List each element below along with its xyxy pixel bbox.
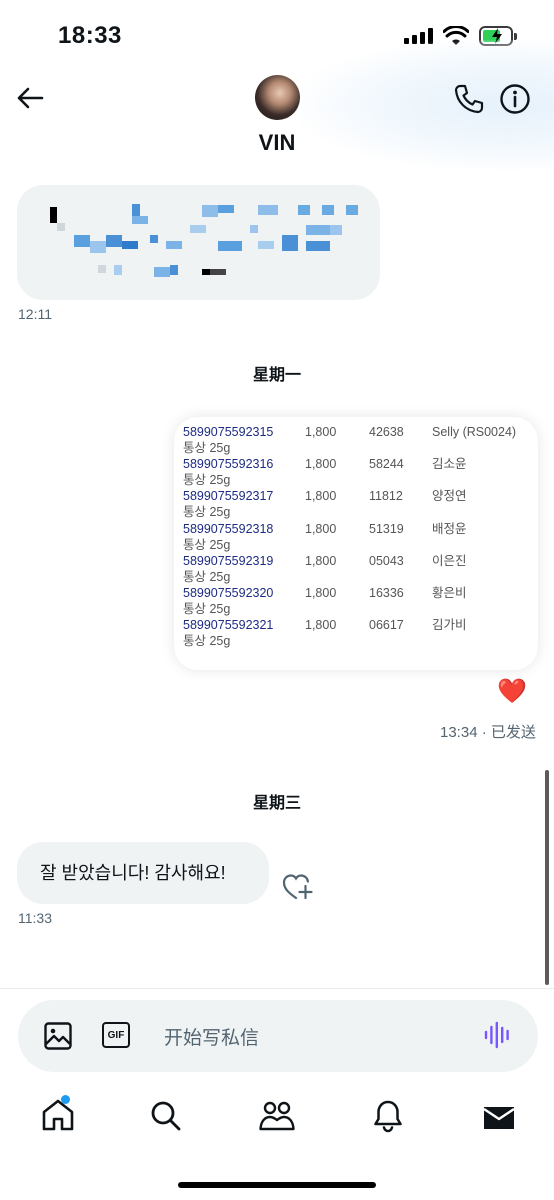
card-row-item: 통상 25g (183, 537, 231, 552)
pixelated-message-bubble[interactable] (17, 185, 380, 300)
incoming-message-text: 잘 받았습니다! 감사해요! (40, 863, 226, 883)
sent-status-timestamp: 13:34 · 已发送 (440, 724, 536, 741)
gif-button[interactable]: GIF (102, 1022, 130, 1048)
card-row-item: 통상 25g (183, 473, 231, 488)
card-row-amount: 1,800 (305, 457, 337, 472)
avatar[interactable] (255, 75, 300, 120)
card-row-item: 통상 25g (183, 505, 231, 520)
card-row-postcode: 51319 (369, 521, 404, 536)
card-row: 5899075592315 1,800 42638 Selly (RS0024) 통상 … (183, 424, 533, 456)
card-row-item: 통상 25g (183, 602, 231, 616)
image-icon[interactable] (43, 1021, 73, 1051)
card-row-item: 통상 25g (183, 634, 231, 649)
card-row-postcode: 42638 (369, 425, 404, 439)
scrollbar[interactable] (545, 770, 549, 985)
card-row-amount: 1,800 (305, 489, 337, 504)
card-row-code: 5899075592319 (183, 553, 274, 568)
card-row-amount: 1,800 (305, 586, 337, 600)
card-row-amount: 1,800 (305, 425, 337, 439)
message-composer (18, 1000, 538, 1072)
messages-envelope-icon[interactable] (482, 1104, 516, 1132)
message-timestamp: 11:33 (18, 910, 52, 926)
card-row-amount: 1,800 (305, 618, 337, 633)
card-row-code: 5899075592318 (183, 521, 274, 536)
home-indicator (178, 1182, 376, 1188)
home-icon[interactable] (40, 1097, 76, 1133)
notification-dot (61, 1095, 70, 1104)
card-row: 5899075592318 1,800 51319 배정윤통상 25g (183, 521, 533, 553)
search-icon[interactable] (150, 1100, 182, 1132)
card-row-postcode: 58244 (369, 457, 404, 472)
card-row-name: 황은비 (432, 586, 467, 600)
card-row-code: 5899075592321 (183, 618, 274, 633)
communities-icon[interactable] (258, 1099, 296, 1133)
card-row: 5899075592316 1,800 58244 김소윤통상 25g (183, 456, 533, 488)
card-row-code: 5899075592317 (183, 489, 274, 504)
contact-name[interactable]: VIN (0, 130, 554, 156)
card-row: 5899075592321 1,800 06617 김가비통상 25g (183, 617, 533, 649)
voice-message-icon[interactable] (483, 1020, 513, 1050)
card-row-code: 5899075592315 (183, 425, 274, 439)
add-reaction-icon[interactable] (282, 872, 314, 902)
status-time: 18:33 (58, 22, 122, 49)
card-row-name: 배정윤 (432, 521, 467, 536)
heart-reaction-icon[interactable]: ❤️ (497, 678, 527, 706)
sent-image-card[interactable]: 5899075592315 1,800 42638 Selly (RS0024) 통상 … (174, 417, 538, 670)
card-row-postcode: 06617 (369, 618, 404, 633)
card-row-amount: 1,800 (305, 521, 337, 536)
card-row-amount: 1,800 (305, 553, 337, 568)
card-row-postcode: 11812 (369, 489, 403, 504)
notifications-bell-icon[interactable] (372, 1099, 404, 1133)
day-separator: 星期一 (252, 367, 301, 384)
message-input[interactable]: 开始写私信 (164, 1023, 259, 1050)
card-row: 5899075592320 1,800 16336 황은비통상 25g (183, 585, 533, 617)
card-row-item: 통상 25g (183, 441, 231, 455)
divider (0, 988, 554, 989)
card-row-item: 통상 25g (183, 569, 231, 584)
card-row-name: Selly (RS0024) (432, 425, 517, 439)
gif-label: GIF (107, 1029, 125, 1041)
message-timestamp: 12:11 (18, 306, 52, 322)
info-icon[interactable] (499, 83, 531, 115)
card-row-name: 양정연 (432, 489, 467, 504)
card-row: 5899075592317 1,800 11812 양정연통상 25g (183, 488, 533, 520)
card-row: 5899075592319 1,800 05043 이은진통상 25g (183, 553, 533, 585)
card-row-code: 5899075592316 (183, 457, 274, 472)
card-row-postcode: 16336 (369, 586, 404, 600)
card-row-name: 이은진 (432, 553, 467, 568)
back-arrow-icon[interactable] (16, 86, 44, 110)
day-separator: 星期三 (252, 795, 301, 812)
card-row-code: 5899075592320 (183, 586, 274, 600)
card-row-name: 김소윤 (432, 457, 467, 472)
card-row-postcode: 05043 (369, 553, 404, 568)
card-row-name: 김가비 (432, 618, 467, 633)
phone-icon[interactable] (453, 83, 485, 115)
